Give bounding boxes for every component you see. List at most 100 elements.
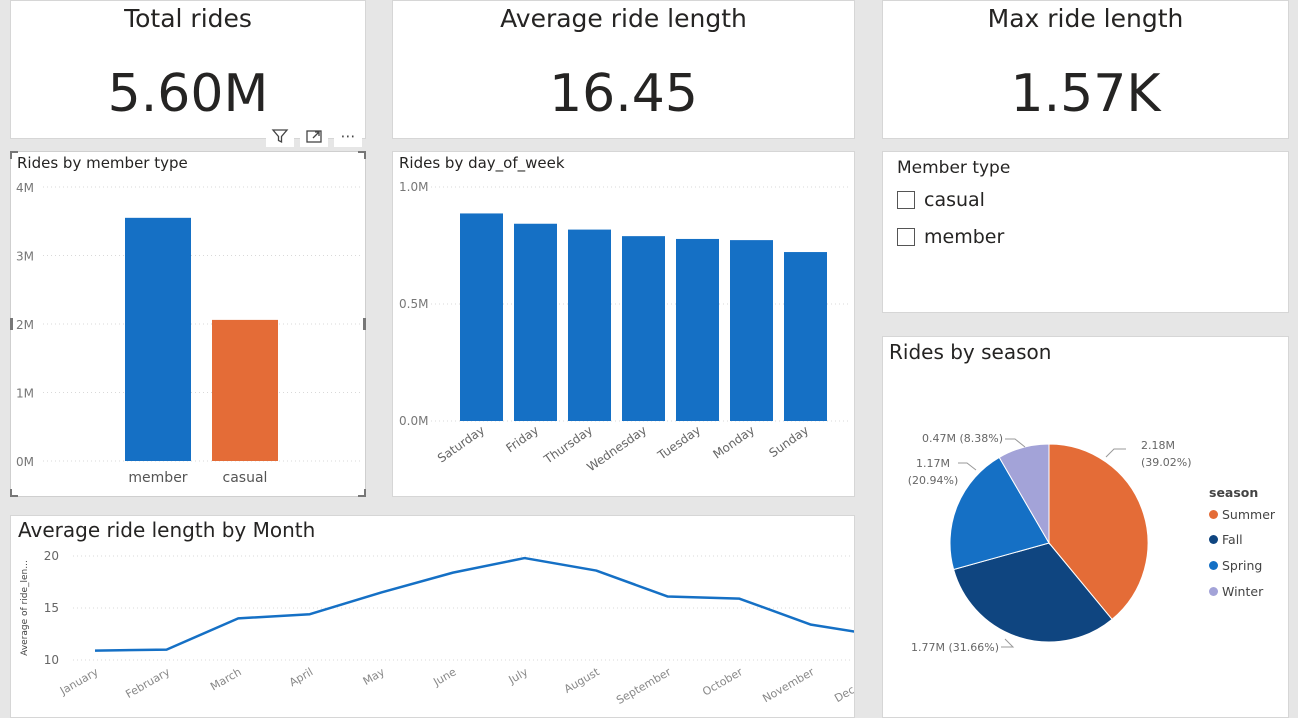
legend-marker: [1209, 587, 1218, 596]
x-tick-label: casual: [223, 470, 268, 486]
bar-friday: [514, 223, 557, 421]
member-type-bar-chart: 0M 1M 2M 3M 4M member casual: [16, 181, 363, 486]
data-label: 0.47M (8.38%): [922, 432, 1003, 445]
leader-line: [958, 462, 977, 471]
selection-handle[interactable]: [10, 151, 12, 159]
kpi-card-max-ride-length[interactable]: Max ride length 1.57K: [882, 0, 1289, 139]
y-tick-label: 0.5M: [399, 297, 428, 311]
card-title: Max ride length: [987, 4, 1184, 33]
bar-wednesday: [622, 236, 665, 421]
focus-mode-icon[interactable]: [300, 125, 328, 147]
data-label: (20.94%): [908, 474, 959, 487]
y-tick-label: 4M: [16, 181, 34, 195]
legend-marker: [1209, 561, 1218, 570]
bar-tuesday: [676, 238, 719, 421]
card-value: 1.57K: [1010, 64, 1161, 124]
y-axis-label: Average of ride_len...: [20, 560, 30, 656]
bar-casual: [212, 319, 278, 461]
legend-item-summer[interactable]: Summer: [1209, 507, 1275, 522]
legend-marker: [1209, 535, 1218, 544]
x-tick-label: June: [430, 665, 458, 689]
season-pie-chart: 2.18M (39.02%) 1.77M (31.66%) 1.17M (20.94%)…: [908, 432, 1192, 654]
legend-title: season: [1209, 485, 1259, 500]
card-title: Total rides: [124, 4, 252, 33]
selection-handle[interactable]: [364, 151, 366, 159]
slicer-title: Member type: [897, 158, 1011, 178]
x-tick-label: Sunday: [766, 423, 811, 460]
legend-label: Spring: [1222, 558, 1263, 573]
slicer-option-member[interactable]: member: [897, 226, 1004, 248]
card-title: Average ride length: [500, 4, 747, 33]
y-tick-label: 0M: [16, 455, 34, 469]
x-tick-label: Tuesday: [654, 423, 703, 463]
bar-saturday: [460, 213, 503, 421]
card-value: 5.60M: [107, 64, 269, 124]
kpi-card-average-ride-length[interactable]: Average ride length 16.45: [392, 0, 855, 139]
selection-handle[interactable]: [363, 318, 366, 330]
legend-marker: [1209, 510, 1218, 519]
y-tick-label: 20: [44, 549, 59, 563]
legend-item-spring[interactable]: Spring: [1209, 558, 1262, 573]
member-type-slicer[interactable]: Member type casual member: [882, 151, 1289, 313]
leader-line: [1005, 438, 1026, 448]
series-line: [94, 556, 854, 652]
legend-item-winter[interactable]: Winter: [1209, 584, 1263, 599]
legend-label: Winter: [1222, 584, 1264, 599]
y-tick-label: 1.0M: [399, 180, 428, 194]
kpi-card-total-rides[interactable]: Total rides 5.60M: [10, 0, 366, 139]
filter-icon[interactable]: [266, 125, 294, 147]
x-tick-label: December: [832, 665, 854, 705]
y-tick-label: 0.0M: [399, 414, 428, 428]
y-tick-label: 3M: [16, 250, 34, 264]
legend-item-fall[interactable]: Fall: [1209, 532, 1243, 547]
data-label: 1.77M (31.66%): [911, 641, 999, 654]
card-value: 16.45: [549, 64, 698, 124]
season-pie-chart-tile[interactable]: Rides by season 2.18M (39.02%) 1.77M (31.6…: [882, 336, 1289, 718]
y-tick-label: 1M: [16, 387, 34, 401]
day-of-week-chart-tile[interactable]: Rides by day_of_week 0.0M 0.5M 1.0M Saturda…: [392, 151, 855, 497]
bar-monday: [730, 240, 773, 421]
day-of-week-bar-chart: 0.0M0.5M1.0MSaturday Friday ThursdayWednes…: [399, 180, 851, 474]
bar-thursday: [568, 229, 611, 421]
x-tick-label: Wednesday: [584, 423, 649, 474]
legend-label: Summer: [1222, 507, 1276, 522]
legend-label: Fall: [1222, 532, 1243, 547]
visual-header: ⋯: [266, 125, 362, 147]
selection-handle[interactable]: [10, 318, 13, 330]
x-tick-label: November: [760, 665, 816, 705]
leader-line: [1105, 448, 1126, 458]
x-tick-label: May: [361, 665, 388, 688]
x-tick-label: Saturday: [435, 423, 487, 465]
x-tick-label: February: [123, 665, 172, 701]
x-tick-label: Monday: [710, 423, 757, 462]
leader-line: [1001, 638, 1015, 648]
month-line-chart: 10 15 20 Average of ride_len... January Febru…: [20, 549, 854, 707]
y-tick-label: 2M: [16, 318, 34, 332]
x-tick-label: August: [562, 665, 602, 696]
checkbox[interactable]: [897, 228, 915, 246]
more-options-icon[interactable]: ⋯: [334, 125, 362, 147]
data-label: 1.17M: [916, 457, 950, 470]
x-tick-label: March: [208, 665, 244, 693]
slicer-option-casual[interactable]: casual: [897, 189, 985, 211]
data-label: 2.18M: [1141, 439, 1175, 452]
selection-handle[interactable]: [10, 489, 12, 497]
y-tick-label: 15: [44, 601, 59, 615]
member-type-chart-tile[interactable]: Rides by member type 0M 1M 2M 3M 4M member cas…: [10, 151, 366, 497]
slicer-option-label: casual: [924, 189, 985, 211]
data-label: (39.02%): [1141, 456, 1192, 469]
month-line-chart-tile[interactable]: Average ride length by Month 10 15 20 Avera…: [10, 515, 855, 718]
x-tick-label: October: [700, 665, 745, 699]
bar-member: [125, 217, 191, 461]
checkbox[interactable]: [897, 191, 915, 209]
x-tick-label: April: [287, 665, 315, 689]
slicer-option-label: member: [924, 226, 1005, 248]
x-tick-label: July: [506, 665, 531, 687]
bar-sunday: [784, 252, 827, 421]
y-tick-label: 10: [44, 653, 59, 667]
x-tick-label: September: [614, 665, 674, 707]
selection-handle[interactable]: [364, 489, 366, 497]
x-tick-label: Friday: [503, 423, 541, 455]
x-tick-label: member: [128, 470, 187, 486]
x-tick-label: January: [57, 665, 101, 698]
